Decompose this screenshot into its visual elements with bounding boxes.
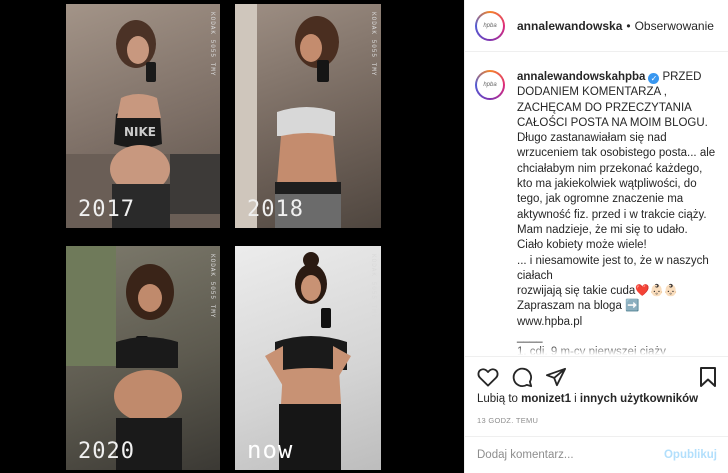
- header-separator: •: [626, 18, 631, 33]
- film-marking: KODAK 5055 TMY: [370, 254, 377, 319]
- heart-icon: [477, 367, 499, 387]
- film-marking: KODAK 5055 TMY: [370, 12, 377, 77]
- post-media[interactable]: NIKE 2017 KODAK 5055 TMY 2018 KODAK 5055…: [0, 0, 464, 473]
- film-marking: KODAK 5055 TMY: [209, 254, 216, 319]
- photo-tile-2017: NIKE 2017 KODAK 5055 TMY: [66, 4, 220, 228]
- like-button[interactable]: [475, 364, 501, 390]
- figure-2020: [66, 246, 182, 470]
- year-label: 2020: [78, 439, 135, 464]
- caption-fade: [465, 345, 728, 355]
- photo-tile-now: now KODAK 5055 TMY: [235, 246, 381, 470]
- post-timestamp[interactable]: 13 GODZ. TEMU: [477, 416, 538, 425]
- year-label: now: [247, 436, 294, 464]
- share-button[interactable]: [543, 364, 569, 390]
- publish-button[interactable]: Opublikuj: [664, 449, 717, 461]
- avatar[interactable]: hpba: [475, 10, 505, 41]
- post-side-panel: hpba annalewandowska • Obserwowanie hpba…: [464, 0, 728, 473]
- comment-icon: [512, 367, 533, 387]
- film-marking: KODAK 5055 TMY: [209, 12, 216, 77]
- caption-area: hpba annalewandowskahpba ✓ PRZED DODANIEM …: [465, 52, 728, 355]
- save-button[interactable]: [695, 364, 721, 390]
- post-header: hpba annalewandowska • Obserwowanie: [465, 0, 728, 52]
- likes-user-link[interactable]: monizet1: [521, 393, 571, 405]
- caption-text-block: annalewandowskahpba ✓ PRZED DODANIEM KOMEN…: [517, 70, 717, 355]
- figure-2018: [235, 4, 341, 228]
- figure-2017: NIKE: [66, 20, 220, 228]
- caption-body: PRZED DODANIEM KOMENTARZA , ZACHĘCAM DO …: [517, 71, 716, 355]
- comment-input[interactable]: [477, 449, 664, 461]
- svg-text:NIKE: NIKE: [124, 125, 156, 139]
- likes-others-link[interactable]: innych użytkowników: [580, 393, 698, 405]
- share-icon: [546, 367, 566, 386]
- caption-username[interactable]: annalewandowskahpba: [517, 71, 645, 83]
- following-button[interactable]: Obserwowanie: [635, 19, 714, 33]
- avatar-mark: hpba: [483, 22, 497, 29]
- year-label: 2018: [247, 197, 304, 222]
- comment-button[interactable]: [509, 364, 535, 390]
- likes-joiner: i: [570, 393, 580, 405]
- photo-tile-2020: 2020 KODAK 5055 TMY: [66, 246, 220, 470]
- likes-prefix: Lubią to: [477, 393, 522, 405]
- likes-summary: Lubią to monizet1 i innych użytkowników: [477, 393, 698, 405]
- bookmark-icon: [700, 366, 716, 387]
- verified-badge-icon: ✓: [648, 73, 660, 84]
- avatar-mark: hpba: [483, 82, 497, 88]
- caption-avatar[interactable]: hpba: [475, 70, 505, 100]
- year-label: 2017: [78, 197, 135, 222]
- header-username[interactable]: annalewandowska: [517, 19, 622, 33]
- comment-bar: Opublikuj: [465, 436, 728, 473]
- photo-tile-2018: 2018 KODAK 5055 TMY: [235, 4, 381, 228]
- action-bar: [465, 356, 728, 396]
